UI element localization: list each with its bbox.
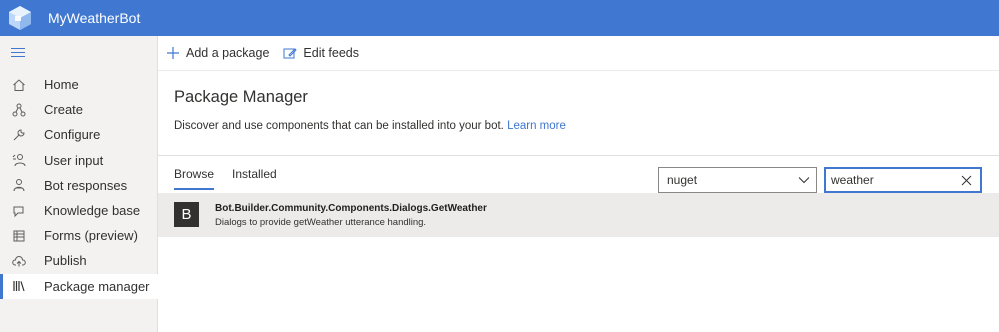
hamburger-menu-icon[interactable] <box>11 48 25 58</box>
package-description: Dialogs to provide getWeather utterance … <box>215 217 427 228</box>
create-icon <box>11 102 27 118</box>
app-title: MyWeatherBot <box>48 10 141 26</box>
user-input-icon <box>11 152 27 168</box>
library-icon <box>11 278 27 294</box>
plus-icon <box>166 46 180 60</box>
page-title: Package Manager <box>174 88 308 106</box>
bot-icon <box>11 177 27 193</box>
chevron-down-icon <box>798 177 810 184</box>
feed-dropdown-value: nuget <box>667 173 698 187</box>
top-bar: MyWeatherBot <box>0 0 999 36</box>
sidebar-item-label: Package manager <box>44 278 150 294</box>
page-description: Discover and use components that can be … <box>174 120 566 132</box>
feed-dropdown[interactable]: nuget <box>658 167 817 193</box>
sidebar-item-label: Create <box>44 102 84 118</box>
package-name: Bot.Builder.Community.Components.Dialogs… <box>215 203 487 214</box>
sidebar-nav: Home Create Configure User input Bot res… <box>0 72 158 299</box>
add-package-button[interactable]: Add a package <box>166 46 269 60</box>
sidebar-item-home[interactable]: Home <box>0 72 158 97</box>
bot-logo-icon <box>9 6 31 30</box>
sidebar-item-user-input[interactable]: User input <box>0 148 158 173</box>
table-icon <box>11 228 27 244</box>
edit-feeds-label: Edit feeds <box>303 46 359 60</box>
package-list-item[interactable]: B Bot.Builder.Community.Components.Dialo… <box>158 193 999 237</box>
home-icon <box>11 77 27 93</box>
sidebar-item-label: Bot responses <box>44 177 128 193</box>
add-package-label: Add a package <box>186 46 270 60</box>
sidebar-item-label: Home <box>44 77 79 93</box>
sidebar-item-package-manager[interactable]: Package manager <box>0 273 158 299</box>
edit-icon <box>283 46 298 60</box>
sidebar-item-label: Configure <box>44 127 101 143</box>
sidebar-item-label: User input <box>44 152 104 168</box>
search-input[interactable] <box>831 173 951 187</box>
tab-installed[interactable]: Installed <box>232 167 277 181</box>
wrench-icon <box>11 127 27 143</box>
clear-icon[interactable] <box>961 175 972 186</box>
sidebar-item-create[interactable]: Create <box>0 97 158 122</box>
sidebar-item-forms[interactable]: Forms (preview) <box>0 223 158 248</box>
sidebar-item-bot-responses[interactable]: Bot responses <box>0 173 158 198</box>
sidebar-item-configure[interactable]: Configure <box>0 122 158 147</box>
sidebar-item-knowledge-base[interactable]: Knowledge base <box>0 198 158 223</box>
page-description-text: Discover and use components that can be … <box>174 120 504 132</box>
sidebar-item-label: Knowledge base <box>44 203 141 219</box>
sidebar-item-label: Forms (preview) <box>44 228 138 244</box>
edit-feeds-button[interactable]: Edit feeds <box>283 46 359 60</box>
search-box <box>824 167 982 193</box>
sidebar: Home Create Configure User input Bot res… <box>0 36 158 332</box>
chat-icon <box>11 203 27 219</box>
command-bar: Add a package Edit feeds <box>158 36 999 71</box>
sidebar-item-publish[interactable]: Publish <box>0 248 158 273</box>
learn-more-link[interactable]: Learn more <box>507 120 566 132</box>
sidebar-item-label: Publish <box>44 253 87 269</box>
cloud-upload-icon <box>11 253 27 269</box>
tab-browse[interactable]: Browse <box>174 167 215 190</box>
package-icon: B <box>174 202 199 227</box>
